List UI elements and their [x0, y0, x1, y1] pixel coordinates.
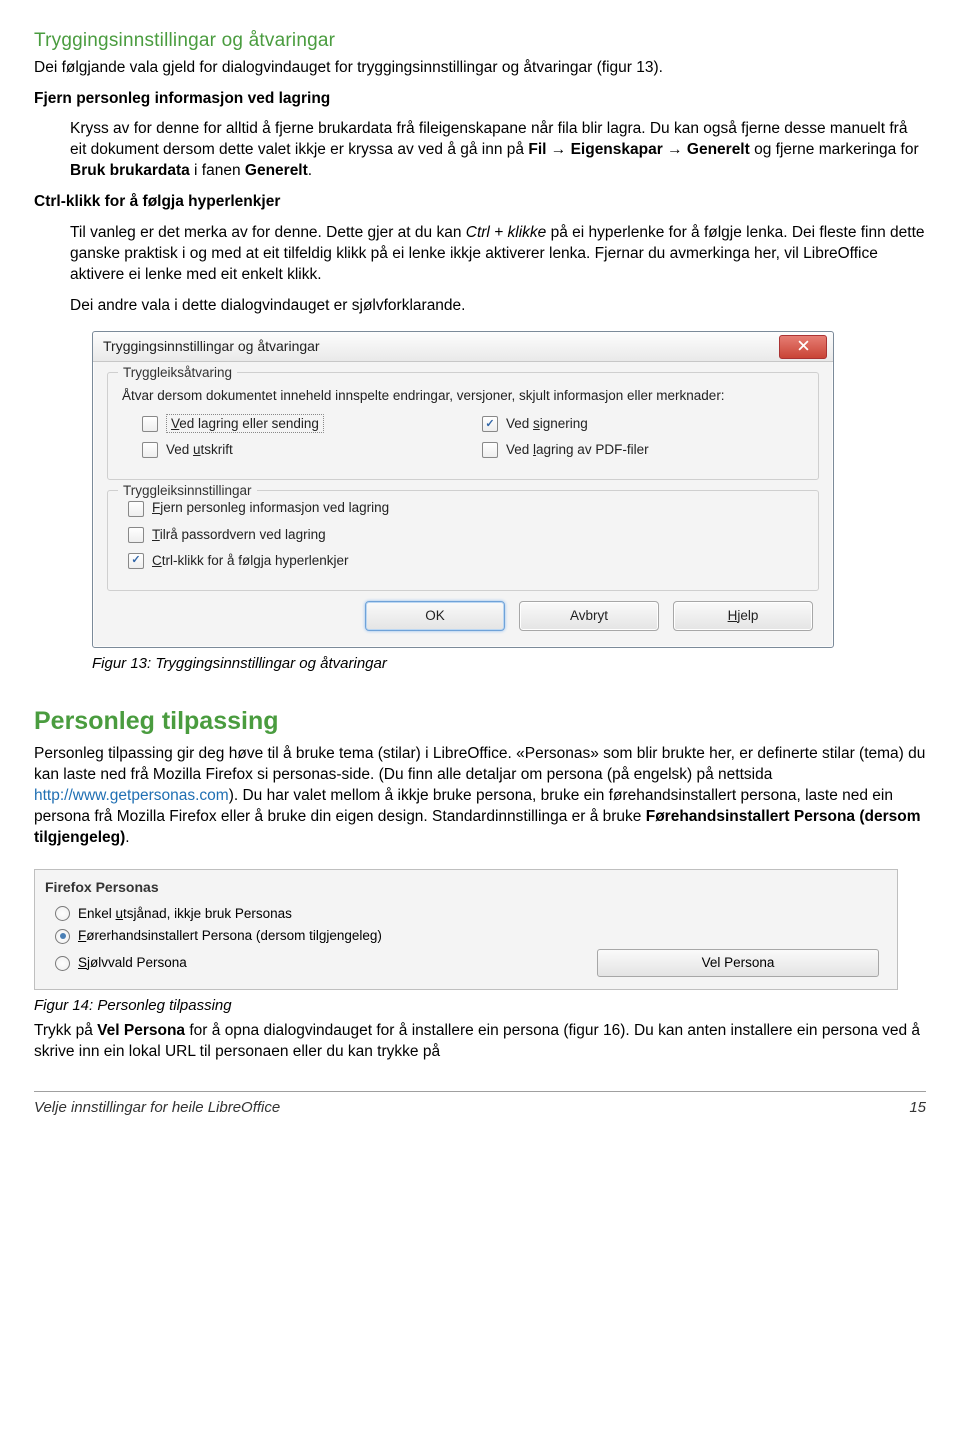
- checkbox-icon: [142, 442, 158, 458]
- checkbox-print[interactable]: Ved utskrift: [142, 441, 422, 459]
- caption-figure-13: Figur 13: Tryggingsinnstillingar og åtva…: [92, 654, 926, 674]
- sub3-body: Dei andre vala i dette dialogvindauget e…: [70, 296, 926, 317]
- group-warnings-text: Åtvar dersom dokumentet inneheld innspel…: [122, 387, 804, 405]
- group-label-warnings: Tryggleiksåtvaring: [118, 364, 237, 382]
- radio-own-persona[interactable]: Sjølvvald Persona: [55, 952, 187, 974]
- radio-icon: [55, 929, 70, 944]
- footer-doc-title: Velje innstillingar for heile LibreOffic…: [34, 1098, 280, 1118]
- checkbox-icon: [128, 553, 144, 569]
- checkbox-icon: [482, 416, 498, 432]
- sub1-title: Fjern personleg informasjon ved lagring: [34, 89, 926, 110]
- checkbox-ctrl-click[interactable]: Ctrl-klikk for å følgja hyperlenkjer: [122, 552, 804, 570]
- heading-personalization: Personleg tilpassing: [34, 705, 926, 739]
- radio-icon: [55, 956, 70, 971]
- caption-figure-14: Figur 14: Personleg tilpassing: [34, 996, 926, 1016]
- page-number: 15: [909, 1098, 926, 1118]
- sub2-title: Ctrl-klikk for å følgja hyperlenkjer: [34, 192, 926, 213]
- checkbox-icon: [142, 416, 158, 432]
- help-button[interactable]: Hjelp: [673, 601, 813, 631]
- checkbox-signing[interactable]: Ved signering: [482, 415, 762, 433]
- subheading-security: Tryggingsinnstillingar og åtvaringar: [34, 28, 926, 54]
- select-persona-button[interactable]: Vel Persona: [597, 949, 879, 977]
- checkbox-icon: [128, 501, 144, 517]
- sub2-body: Til vanleg er det merka av for denne. De…: [70, 223, 926, 286]
- panel-personas-title: Firefox Personas: [45, 878, 887, 897]
- checkbox-remove-personal[interactable]: Fjern personleg informasjon ved lagring: [122, 499, 804, 517]
- checkbox-icon: [128, 527, 144, 543]
- personas-link[interactable]: http://www.getpersonas.com: [34, 787, 229, 804]
- sub1-body: Kryss av for denne for alltid å fjerne b…: [70, 119, 926, 182]
- dialog-security: Tryggingsinnstillingar og åtvaringar Try…: [92, 331, 834, 648]
- close-button[interactable]: [779, 335, 827, 359]
- checkbox-save-send[interactable]: Ved lagring eller sending: [142, 415, 422, 433]
- group-label-settings: Tryggleiksinnstillingar: [118, 482, 257, 500]
- cancel-button[interactable]: Avbryt: [519, 601, 659, 631]
- persona-instruction: Trykk på Vel Persona for å opna dialogvi…: [34, 1021, 926, 1063]
- panel-personas: Firefox Personas Enkel utsjånad, ikkje b…: [34, 869, 898, 991]
- checkbox-icon: [482, 442, 498, 458]
- radio-preinstalled[interactable]: Førerhandsinstallert Persona (dersom til…: [45, 925, 887, 947]
- footer-divider: [34, 1091, 926, 1092]
- radio-no-persona[interactable]: Enkel utsjånad, ikkje bruk Personas: [45, 903, 887, 925]
- radio-icon: [55, 906, 70, 921]
- close-icon: [798, 337, 809, 356]
- group-settings: Tryggleiksinnstillingar Fjern personleg …: [107, 490, 819, 591]
- checkbox-pdf[interactable]: Ved lagring av PDF-filer: [482, 441, 762, 459]
- dialog-title-text: Tryggingsinnstillingar og åtvaringar: [103, 338, 320, 354]
- intro-text: Dei følgjande vala gjeld for dialogvinda…: [34, 58, 926, 79]
- group-warnings: Tryggleiksåtvaring Åtvar dersom dokument…: [107, 372, 819, 481]
- personalization-body: Personleg tilpassing gir deg høve til å …: [34, 744, 926, 849]
- checkbox-recommend-password[interactable]: Tilrå passordvern ved lagring: [122, 526, 804, 544]
- ok-button[interactable]: OK: [365, 601, 505, 631]
- dialog-titlebar: Tryggingsinnstillingar og åtvaringar: [93, 332, 833, 362]
